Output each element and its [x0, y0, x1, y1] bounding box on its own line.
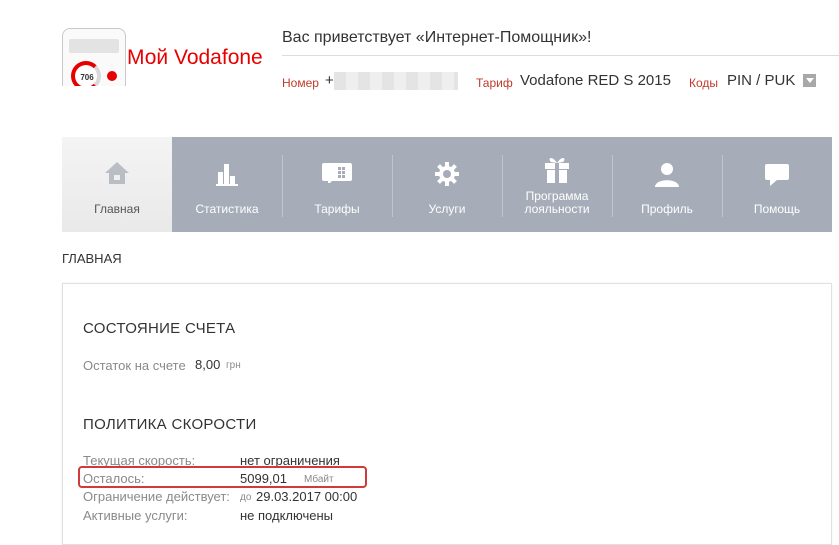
- codes-label: Коды: [689, 76, 719, 90]
- nav-label-loyalty: Программа лояльности: [524, 189, 590, 216]
- tariff-value: Vodafone RED S 2015: [520, 72, 671, 89]
- welcome-message: Вас приветствует «Интернет-Помощник»!: [282, 29, 592, 46]
- bar-chart-icon: [216, 162, 238, 186]
- account-section-title: СОСТОЯНИЕ СЧЕТА: [83, 320, 236, 337]
- balance-unit: грн: [226, 360, 241, 371]
- codes-value[interactable]: PIN / PUK: [727, 72, 795, 89]
- masked-phone-number: [334, 72, 458, 90]
- vodafone-dot-icon: [107, 71, 117, 81]
- nav-label-services: Услуги: [428, 202, 466, 216]
- limit-until-label: Ограничение действует:: [83, 489, 230, 504]
- home-icon: [104, 161, 130, 185]
- phone-screen-bar: [69, 39, 119, 53]
- speed-section-title: ПОЛИТИКА СКОРОСТИ: [83, 416, 257, 433]
- nav-label-help: Помощь: [753, 202, 801, 216]
- nav-label-home: Главная: [94, 202, 140, 216]
- active-services-label: Активные услуги:: [83, 508, 188, 523]
- user-icon: [654, 161, 680, 187]
- nav-label-profile: Профиль: [641, 202, 693, 216]
- tariff-card-icon: [322, 163, 352, 183]
- tariff-label: Тариф: [476, 76, 513, 90]
- gift-icon: [544, 154, 570, 184]
- nav-item-home[interactable]: Главная: [62, 137, 172, 232]
- nav-item-tariffs[interactable]: Тарифы: [282, 137, 392, 232]
- logo-text[interactable]: Мой Vodafone: [127, 46, 263, 70]
- active-services-value: не подключены: [240, 508, 333, 523]
- gear-icon: [434, 161, 460, 187]
- limit-until-value: 29.03.2017 00:00: [256, 489, 358, 504]
- header-divider: [282, 55, 839, 56]
- nav-item-services[interactable]: Услуги: [392, 137, 502, 232]
- nav-item-profile[interactable]: Профиль: [612, 137, 722, 232]
- app-logo-phone-graphic: 706: [62, 28, 128, 86]
- balance-value: 8,00: [195, 357, 221, 372]
- number-prefix: +: [325, 72, 334, 89]
- remaining-highlight-box: [78, 466, 367, 488]
- nav-item-statistics[interactable]: Статистика: [172, 137, 282, 232]
- nav-item-loyalty[interactable]: Программа лояльности: [502, 137, 612, 232]
- nav-label-statistics: Статистика: [195, 202, 259, 216]
- balance-label: Остаток на счете: [83, 358, 186, 373]
- phone-illustration: 706: [62, 28, 126, 86]
- number-label: Номер: [282, 76, 319, 90]
- main-navigation: Главная Статистика Тарифы Услуги Програм…: [62, 137, 832, 232]
- page-title: ГЛАВНАЯ: [62, 251, 122, 266]
- speech-bubble-icon: [764, 163, 790, 187]
- nav-item-help[interactable]: Помощь: [722, 137, 832, 232]
- phone-gauge-value: 706: [80, 73, 94, 82]
- nav-label-tariffs: Тарифы: [314, 202, 360, 216]
- limit-until-prefix: до: [240, 492, 252, 503]
- codes-dropdown-icon[interactable]: [803, 74, 816, 87]
